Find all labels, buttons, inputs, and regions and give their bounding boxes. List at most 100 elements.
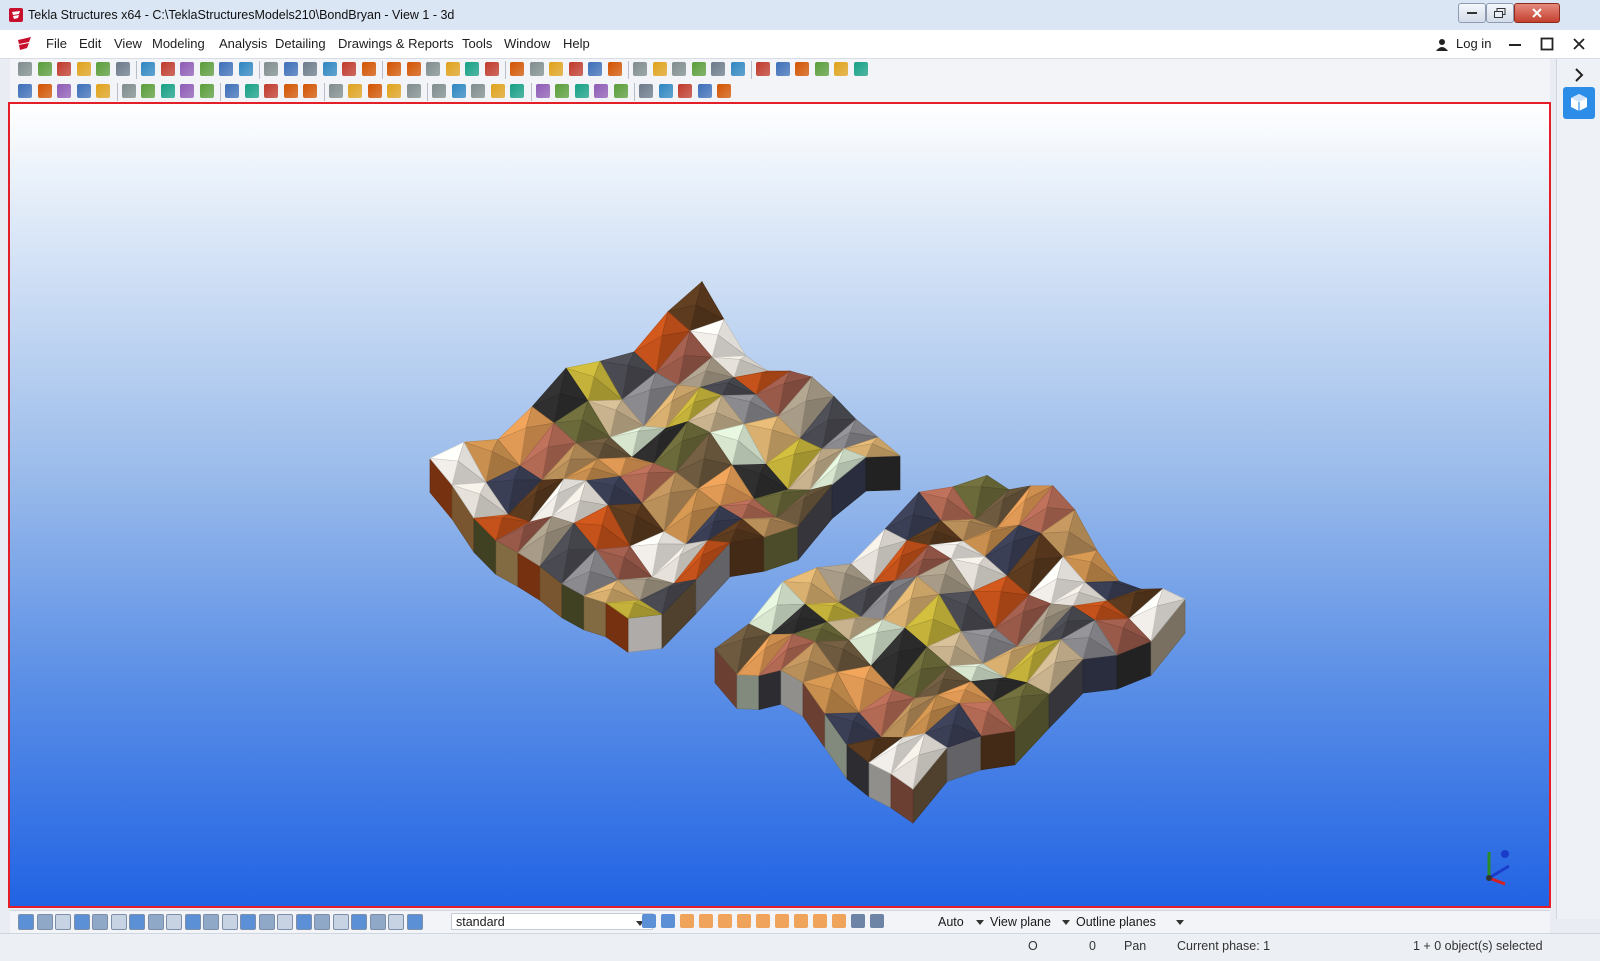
dimension-icon[interactable]: [588, 62, 602, 76]
selection-switch-icon[interactable]: [295, 914, 312, 930]
plate-icon[interactable]: [37, 84, 52, 98]
snap-switch-icon[interactable]: [680, 914, 694, 928]
dimension-icon[interactable]: [568, 62, 583, 76]
beam-icon[interactable]: [328, 84, 343, 98]
roof-panel[interactable]: [758, 669, 782, 710]
window-icon[interactable]: [322, 62, 337, 76]
redo-icon[interactable]: [199, 62, 214, 76]
grid-icon[interactable]: [510, 62, 524, 76]
snap-icon[interactable]: [613, 84, 628, 98]
selection-switch-icon[interactable]: [92, 914, 108, 930]
component-icon[interactable]: [445, 62, 460, 76]
snap-icon[interactable]: [697, 84, 712, 98]
selection-switch-icon[interactable]: [147, 914, 164, 930]
snap-icon[interactable]: [658, 84, 673, 98]
cube-icon[interactable]: [451, 84, 466, 98]
close-window-button[interactable]: [1514, 3, 1560, 23]
selection-switch-icon[interactable]: [184, 914, 201, 930]
selection-switch-icon[interactable]: [221, 914, 238, 930]
menu-file[interactable]: File: [46, 36, 67, 51]
snap-icon[interactable]: [678, 84, 692, 98]
snap-switch-icon[interactable]: [794, 914, 808, 928]
filter-icon[interactable]: [406, 84, 421, 98]
new-model-icon[interactable]: [18, 62, 32, 76]
grid-icon[interactable]: [529, 62, 544, 76]
rebar-icon[interactable]: [490, 84, 505, 98]
selection-switch-icon[interactable]: [55, 914, 71, 930]
roof-panel[interactable]: [980, 730, 1016, 771]
selection-switch-icon[interactable]: [36, 914, 53, 930]
component-icon[interactable]: [406, 62, 421, 76]
selection-switch-icon[interactable]: [18, 914, 34, 930]
share-icon[interactable]: [76, 62, 91, 76]
work-area-select[interactable]: Auto: [938, 913, 986, 931]
view-close-icon[interactable]: [1570, 35, 1588, 53]
selection-switch-icon[interactable]: [258, 914, 275, 930]
snap-switch-icon[interactable]: [699, 914, 713, 928]
snap-switch-icon[interactable]: [775, 914, 789, 928]
beam-icon[interactable]: [76, 84, 91, 98]
snap-icon[interactable]: [594, 84, 608, 98]
folder-icon[interactable]: [834, 62, 848, 76]
item-icon[interactable]: [160, 84, 175, 98]
help-icon[interactable]: [549, 62, 563, 76]
snap-icon[interactable]: [574, 84, 589, 98]
report-icon[interactable]: [775, 62, 790, 76]
roof-panel[interactable]: [1082, 654, 1118, 694]
view-minimize-icon[interactable]: [1506, 35, 1524, 53]
menu-modeling[interactable]: Modeling: [152, 36, 205, 51]
outline-planes-select[interactable]: Outline planes: [1076, 913, 1186, 931]
select-icon[interactable]: [387, 62, 401, 76]
paste-icon[interactable]: [264, 62, 278, 76]
catalog-button[interactable]: [1563, 87, 1595, 119]
menu-detailing[interactable]: Detailing: [275, 36, 326, 51]
inquire-icon[interactable]: [484, 62, 499, 76]
rebar-icon[interactable]: [510, 84, 524, 98]
weld-icon[interactable]: [199, 84, 214, 98]
save-icon[interactable]: [57, 62, 71, 76]
roof-panel[interactable]: [865, 455, 901, 492]
gray-part-icon[interactable]: [115, 62, 130, 76]
pad-icon[interactable]: [367, 84, 382, 98]
snap-switch-icon[interactable]: [718, 914, 732, 928]
window-icon[interactable]: [303, 62, 317, 76]
selection-switch-icon[interactable]: [351, 914, 367, 930]
minimize-button[interactable]: [1458, 3, 1486, 23]
snap-icon[interactable]: [639, 84, 653, 98]
binoculars-icon[interactable]: [387, 84, 401, 98]
list-icon[interactable]: [283, 62, 298, 76]
open-model-icon[interactable]: [37, 62, 52, 76]
snap-switch-icon[interactable]: [851, 914, 865, 928]
polybeam-icon[interactable]: [96, 84, 110, 98]
rebar-icon[interactable]: [535, 84, 550, 98]
component-icon[interactable]: [465, 62, 479, 76]
selection-switch-icon[interactable]: [240, 914, 256, 930]
selection-switch-icon[interactable]: [406, 914, 423, 930]
gray-part-icon[interactable]: [160, 62, 175, 76]
report-icon[interactable]: [853, 62, 868, 76]
view-maximize-icon[interactable]: [1538, 35, 1556, 53]
menu-view[interactable]: View: [114, 36, 142, 51]
column-icon[interactable]: [244, 84, 259, 98]
snap-switch-icon[interactable]: [642, 914, 656, 928]
3d-view-viewport[interactable]: [8, 102, 1551, 908]
layout-icon[interactable]: [730, 62, 745, 76]
panel-icon[interactable]: [141, 84, 155, 98]
dimension-icon[interactable]: [607, 62, 622, 76]
component-icon[interactable]: [432, 84, 446, 98]
selection-switch-icon[interactable]: [129, 914, 145, 930]
plane-select[interactable]: View plane: [990, 913, 1072, 931]
print-icon[interactable]: [219, 62, 233, 76]
pour-icon[interactable]: [348, 84, 362, 98]
maximize-button[interactable]: [1486, 3, 1514, 23]
selection-filter-select[interactable]: standard: [451, 913, 653, 930]
undo-icon[interactable]: [180, 62, 194, 76]
more-icon[interactable]: [814, 62, 829, 76]
selection-switch-icon[interactable]: [277, 914, 293, 930]
tekla-logo-icon[interactable]: [16, 35, 34, 53]
window-icon[interactable]: [342, 62, 356, 76]
curved-beam-icon[interactable]: [283, 84, 298, 98]
column-icon[interactable]: [57, 84, 71, 98]
menu-tools[interactable]: Tools: [462, 36, 492, 51]
snap-switch-icon[interactable]: [661, 914, 675, 928]
